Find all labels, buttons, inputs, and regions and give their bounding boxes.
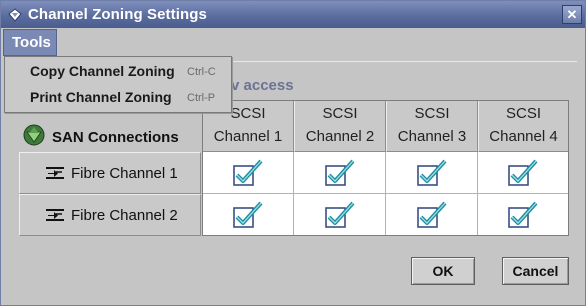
column-header-line1: SCSI — [414, 105, 450, 122]
column-header-line1: SCSI — [505, 105, 541, 122]
ok-button[interactable]: OK — [411, 257, 475, 285]
checkbox-checked-icon[interactable] — [507, 158, 539, 188]
san-connections-icon — [23, 124, 45, 146]
fibre-channel-icon — [46, 167, 64, 179]
fibre-channel-icon — [46, 209, 64, 221]
menu-item-shortcut: Ctrl-C — [187, 66, 216, 78]
zoning-grid: SAN Connections SCSI Channel 1 SCSI Chan… — [19, 100, 569, 236]
checkbox-checked-icon[interactable] — [232, 200, 264, 230]
menu-item-print-channel-zoning[interactable]: Print Channel Zoning Ctrl-P — [5, 85, 231, 110]
checkbox-checked-icon[interactable] — [507, 200, 539, 230]
zoning-cell-fc2-ch3[interactable] — [386, 194, 478, 236]
column-header-line2: Channel 4 — [489, 128, 558, 145]
zoning-cell-fc2-ch4[interactable] — [478, 194, 569, 236]
row-header-label: Fibre Channel 2 — [71, 207, 178, 224]
menu-item-shortcut: Ctrl-P — [187, 92, 216, 104]
checkbox-checked-icon[interactable] — [232, 158, 264, 188]
menu-item-copy-channel-zoning[interactable]: Copy Channel Zoning Ctrl-C — [5, 59, 231, 84]
app-diamond-icon — [8, 8, 22, 22]
row-header-fibre-channel-2: Fibre Channel 2 — [19, 194, 201, 236]
row-header-fibre-channel-1: Fibre Channel 1 — [19, 152, 201, 194]
column-header-scsi-channel-2: SCSI Channel 2 — [294, 100, 386, 152]
zoning-cell-fc1-ch1[interactable] — [202, 152, 294, 194]
checkbox-checked-icon[interactable] — [416, 158, 448, 188]
column-header-line2: Channel 1 — [213, 128, 283, 145]
cancel-button[interactable]: Cancel — [502, 257, 569, 285]
zoning-cell-fc1-ch4[interactable] — [478, 152, 569, 194]
tools-menu-dropdown: Copy Channel Zoning Ctrl-C Print Channel… — [4, 56, 232, 113]
channel-zoning-dialog: Channel Zoning Settings ✕ Tools v access… — [0, 0, 586, 306]
checkbox-checked-icon[interactable] — [324, 200, 356, 230]
checkbox-checked-icon[interactable] — [416, 200, 448, 230]
column-header-line1: SCSI — [322, 105, 358, 122]
menu-item-label: Copy Channel Zoning — [30, 63, 175, 79]
row-header-label: Fibre Channel 1 — [71, 165, 178, 182]
column-header-scsi-channel-3: SCSI Channel 3 — [386, 100, 478, 152]
zoning-cell-fc1-ch2[interactable] — [294, 152, 386, 194]
zoning-cell-fc1-ch3[interactable] — [386, 152, 478, 194]
zoning-cell-fc2-ch2[interactable] — [294, 194, 386, 236]
checkbox-checked-icon[interactable] — [324, 158, 356, 188]
panel-legend: v access — [231, 77, 294, 94]
column-header-scsi-channel-4: SCSI Channel 4 — [478, 100, 569, 152]
column-header-line2: Channel 2 — [305, 128, 375, 145]
column-header-line2: Channel 3 — [397, 128, 467, 145]
title-bar[interactable]: Channel Zoning Settings ✕ — [1, 1, 585, 28]
san-connections-label: SAN Connections — [52, 129, 179, 146]
zoning-cell-fc2-ch1[interactable] — [202, 194, 294, 236]
window-title: Channel Zoning Settings — [28, 6, 207, 23]
menu-tools[interactable]: Tools — [3, 29, 57, 56]
menu-bar: Tools — [1, 28, 585, 57]
close-button[interactable]: ✕ — [562, 5, 582, 24]
menu-item-label: Print Channel Zoning — [30, 89, 172, 105]
